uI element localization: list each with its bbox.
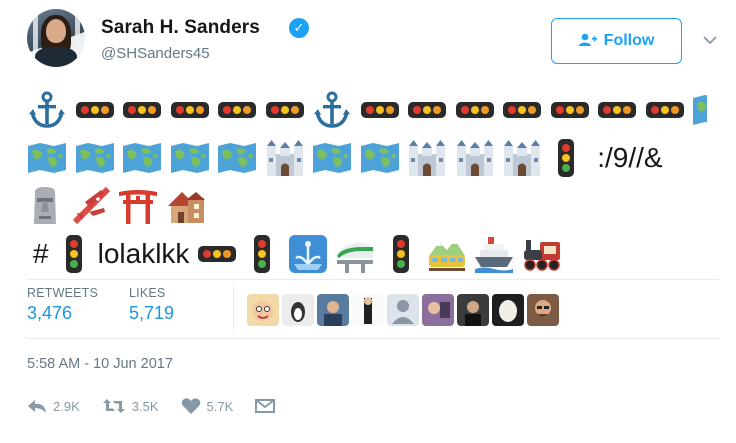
vertical-traffic-light-icon (391, 234, 411, 274)
vertical-traffic-light-icon (64, 234, 84, 274)
tweet-line-3 (27, 180, 707, 228)
liker-avatar[interactable] (492, 294, 524, 326)
world-map-icon (217, 142, 257, 174)
liker-avatar[interactable] (527, 294, 559, 326)
fountain-icon (288, 234, 328, 274)
castle-icon (502, 140, 542, 176)
retweet-icon (102, 399, 125, 413)
monorail-icon (335, 234, 375, 274)
reply-count: 2.9K (53, 398, 80, 414)
anchor-icon (312, 90, 352, 130)
horizontal-traffic-light-icon (122, 100, 162, 120)
retweets-count: 3,476 (27, 303, 73, 323)
liker-avatar[interactable] (387, 294, 419, 326)
world-map-icon (170, 142, 210, 174)
tweet-timestamp[interactable]: 5:58 AM - 10 Jun 2017 (27, 356, 173, 372)
horizontal-traffic-light-icon (645, 100, 685, 120)
likes-stat[interactable]: LIKES 5,719 (129, 286, 174, 324)
verified-badge-icon: ✓ (289, 18, 309, 38)
reply-icon (28, 400, 46, 413)
castle-icon (265, 140, 305, 176)
retweet-button[interactable]: 3.5K (102, 398, 159, 414)
horizontal-traffic-light-icon (597, 100, 637, 120)
airplane-icon (71, 186, 111, 226)
avatar[interactable] (27, 9, 85, 67)
horizontal-traffic-light-icon (217, 100, 257, 120)
liker-avatar[interactable] (352, 294, 384, 326)
castle-icon (455, 140, 495, 176)
follow-button[interactable]: Follow (551, 18, 682, 64)
liker-avatar[interactable] (317, 294, 349, 326)
retweets-label: RETWEETS (27, 286, 99, 300)
divider (27, 279, 719, 280)
like-count: 5.7K (206, 398, 234, 414)
heart-icon (181, 398, 200, 414)
direct-message-button[interactable] (255, 398, 276, 414)
likes-count: 5,719 (129, 303, 175, 323)
divider (27, 338, 719, 339)
tweet-actions: 2.9K 3.5K 5.7K (27, 394, 297, 418)
mountain-railway-icon (427, 236, 467, 272)
tweet-header: Sarah H. Sanders ✓ @SHSanders45 Follow (27, 9, 727, 73)
house-icon (166, 188, 206, 224)
castle-icon (407, 140, 447, 176)
moai-icon (27, 186, 63, 226)
tweet-line-1 (27, 84, 707, 132)
steam-locomotive-icon (522, 236, 562, 272)
stats-separator (233, 286, 234, 330)
follow-label: Follow (603, 32, 655, 49)
horizontal-traffic-light-icon (502, 100, 542, 120)
tweet-text: :/9//& # lolaklkk (27, 84, 707, 276)
tweet-line-4: # lolaklkk (27, 228, 707, 276)
hashtag-symbol: # (33, 237, 49, 269)
tweet-text-fragment: lolaklkk (97, 237, 190, 269)
horizontal-traffic-light-icon (170, 100, 210, 120)
liker-avatar[interactable] (247, 294, 279, 326)
add-user-icon (578, 33, 597, 50)
world-map-icon (122, 142, 162, 174)
world-map-icon (692, 94, 707, 126)
horizontal-traffic-light-icon (265, 100, 305, 120)
vertical-traffic-light-icon (252, 234, 272, 274)
horizontal-traffic-light-icon (550, 100, 590, 120)
chevron-down-icon[interactable] (701, 31, 719, 49)
world-map-icon (75, 142, 115, 174)
horizontal-traffic-light-icon (360, 100, 400, 120)
horizontal-traffic-light-icon (75, 100, 115, 120)
retweet-count: 3.5K (131, 398, 159, 414)
tweet-line-2: :/9//& (27, 132, 707, 180)
likers-avatars (247, 294, 559, 326)
likes-label: LIKES (129, 286, 166, 300)
liker-avatar[interactable] (422, 294, 454, 326)
horizontal-traffic-light-icon (407, 100, 447, 120)
vertical-traffic-light-icon (556, 138, 576, 178)
reply-button[interactable]: 2.9K (27, 398, 80, 414)
like-button[interactable]: 5.7K (181, 397, 234, 415)
liker-avatar[interactable] (282, 294, 314, 326)
tweet-text-fragment: :/9//& (597, 141, 663, 173)
shinto-shrine-icon (118, 188, 158, 224)
ship-icon (474, 235, 514, 273)
liker-avatar[interactable] (457, 294, 489, 326)
world-map-icon (360, 142, 400, 174)
user-handle[interactable]: @SHSanders45 (101, 45, 210, 62)
world-map-icon (312, 142, 352, 174)
world-map-icon (27, 142, 67, 174)
retweets-stat[interactable]: RETWEETS 3,476 (27, 286, 98, 324)
anchor-icon (27, 90, 67, 130)
horizontal-traffic-light-icon (455, 100, 495, 120)
horizontal-traffic-light-icon (197, 244, 237, 264)
envelope-icon (255, 399, 276, 413)
user-name[interactable]: Sarah H. Sanders (101, 17, 260, 39)
